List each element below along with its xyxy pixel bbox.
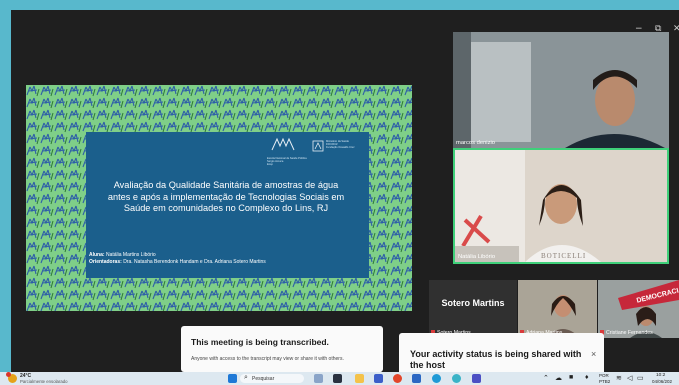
student-label: Aluna: bbox=[89, 252, 105, 258]
participant-tile-sotero[interactable]: Sotero Martins Sotero Martins bbox=[429, 280, 517, 338]
slide-content-box: Escola Nacional de Saúde Pública Sergio … bbox=[86, 132, 369, 278]
battery-icon[interactable]: ▭ bbox=[637, 374, 644, 382]
participant-tile-adriana[interactable]: Adriana Martins bbox=[518, 280, 597, 338]
fiocruz-logo-text: Ministério da Saúde FIOCRUZ Fundação Osw… bbox=[326, 140, 355, 149]
shared-slide: Escola Nacional de Saúde Pública Sergio … bbox=[26, 85, 412, 311]
ensp-logo bbox=[271, 137, 295, 151]
participant-name-natalia: Natália Libório bbox=[458, 254, 496, 260]
participant-initials-sotero: Sotero Martins bbox=[441, 298, 505, 308]
outlook-icon[interactable] bbox=[412, 374, 421, 383]
edge-icon[interactable] bbox=[432, 374, 441, 383]
app-tray-icon[interactable]: ■ bbox=[569, 374, 573, 381]
volume-icon[interactable]: ◁ bbox=[627, 374, 632, 382]
store-icon[interactable] bbox=[374, 374, 383, 383]
advisors-label: Orientadoras: bbox=[89, 259, 122, 265]
meeting-window: − ⧉ ✕ Escola Nacional de Saúde Pública S… bbox=[11, 10, 679, 372]
search-icon: ⌕ bbox=[244, 374, 248, 381]
search-placeholder: Pesquisar bbox=[252, 376, 275, 382]
teams-icon[interactable] bbox=[472, 374, 481, 383]
advisors-names: Dra. Natasha Berendonk Handam e Dra. Adr… bbox=[123, 259, 266, 265]
windows-start-icon[interactable] bbox=[228, 374, 237, 383]
activity-status-title: Your activity status is being shared wit… bbox=[410, 349, 582, 370]
taskbar: 24°C Parcialmente ensolarado ⌕ Pesquisar… bbox=[0, 372, 679, 385]
chrome-icon[interactable] bbox=[393, 374, 402, 383]
security-icon[interactable]: ♦ bbox=[585, 374, 589, 381]
video-natalia bbox=[455, 150, 667, 262]
widgets-icon[interactable] bbox=[314, 374, 323, 383]
close-icon[interactable]: ✕ bbox=[673, 24, 679, 34]
task-view-icon[interactable] bbox=[333, 374, 342, 383]
student-name: Natália Martins Libório bbox=[105, 252, 156, 258]
participant-tile-cristiane[interactable]: DEMOCRACIA Cristiane Fernandes bbox=[598, 280, 679, 338]
chevron-up-icon[interactable]: ⌃ bbox=[543, 374, 549, 382]
video-marcos bbox=[453, 32, 669, 148]
network-icon[interactable]: ☁ bbox=[555, 374, 562, 382]
slide-title: Avaliação da Qualidade Sanitária de amos… bbox=[107, 180, 345, 214]
weather-desc: Parcialmente ensolarado bbox=[20, 379, 68, 384]
notification-badge bbox=[6, 372, 11, 377]
wifi-icon[interactable]: ≋ bbox=[616, 374, 622, 382]
transcription-toast-title: This meeting is being transcribed. bbox=[191, 337, 329, 347]
ensp-logo-text: Escola Nacional de Saúde Pública Sergio … bbox=[267, 157, 307, 166]
participant-tile-marcos[interactable]: marcos denizio bbox=[453, 32, 669, 148]
file-explorer-icon[interactable] bbox=[355, 374, 364, 383]
search-box[interactable]: ⌕ Pesquisar bbox=[240, 374, 304, 383]
clock-date[interactable]: 04/06/202 bbox=[652, 379, 672, 384]
app-icon[interactable] bbox=[452, 374, 461, 383]
close-icon[interactable]: × bbox=[591, 349, 596, 359]
participant-name-marcos: marcos denizio bbox=[456, 140, 495, 146]
student-line: Aluna: Natália Martins Libório bbox=[89, 252, 156, 258]
participant-tile-natalia[interactable]: BOTICELLI Natália Libório bbox=[453, 148, 669, 264]
language-layout: PTB2 bbox=[599, 379, 611, 384]
activity-status-toast[interactable]: Your activity status is being shared wit… bbox=[399, 333, 604, 372]
transcription-toast-body: Anyone with access to the transcript may… bbox=[191, 356, 344, 362]
clock-time[interactable]: 10:2 bbox=[656, 373, 665, 378]
language-indicator[interactable]: POR bbox=[599, 373, 609, 378]
participant-name-cristiane: Cristiane Fernandes bbox=[600, 330, 653, 336]
advisors-line: Orientadoras: Dra. Natasha Berendonk Han… bbox=[89, 259, 266, 265]
transcription-toast[interactable]: This meeting is being transcribed. Anyon… bbox=[181, 326, 383, 372]
shirt-text: BOTICELLI bbox=[541, 252, 587, 260]
